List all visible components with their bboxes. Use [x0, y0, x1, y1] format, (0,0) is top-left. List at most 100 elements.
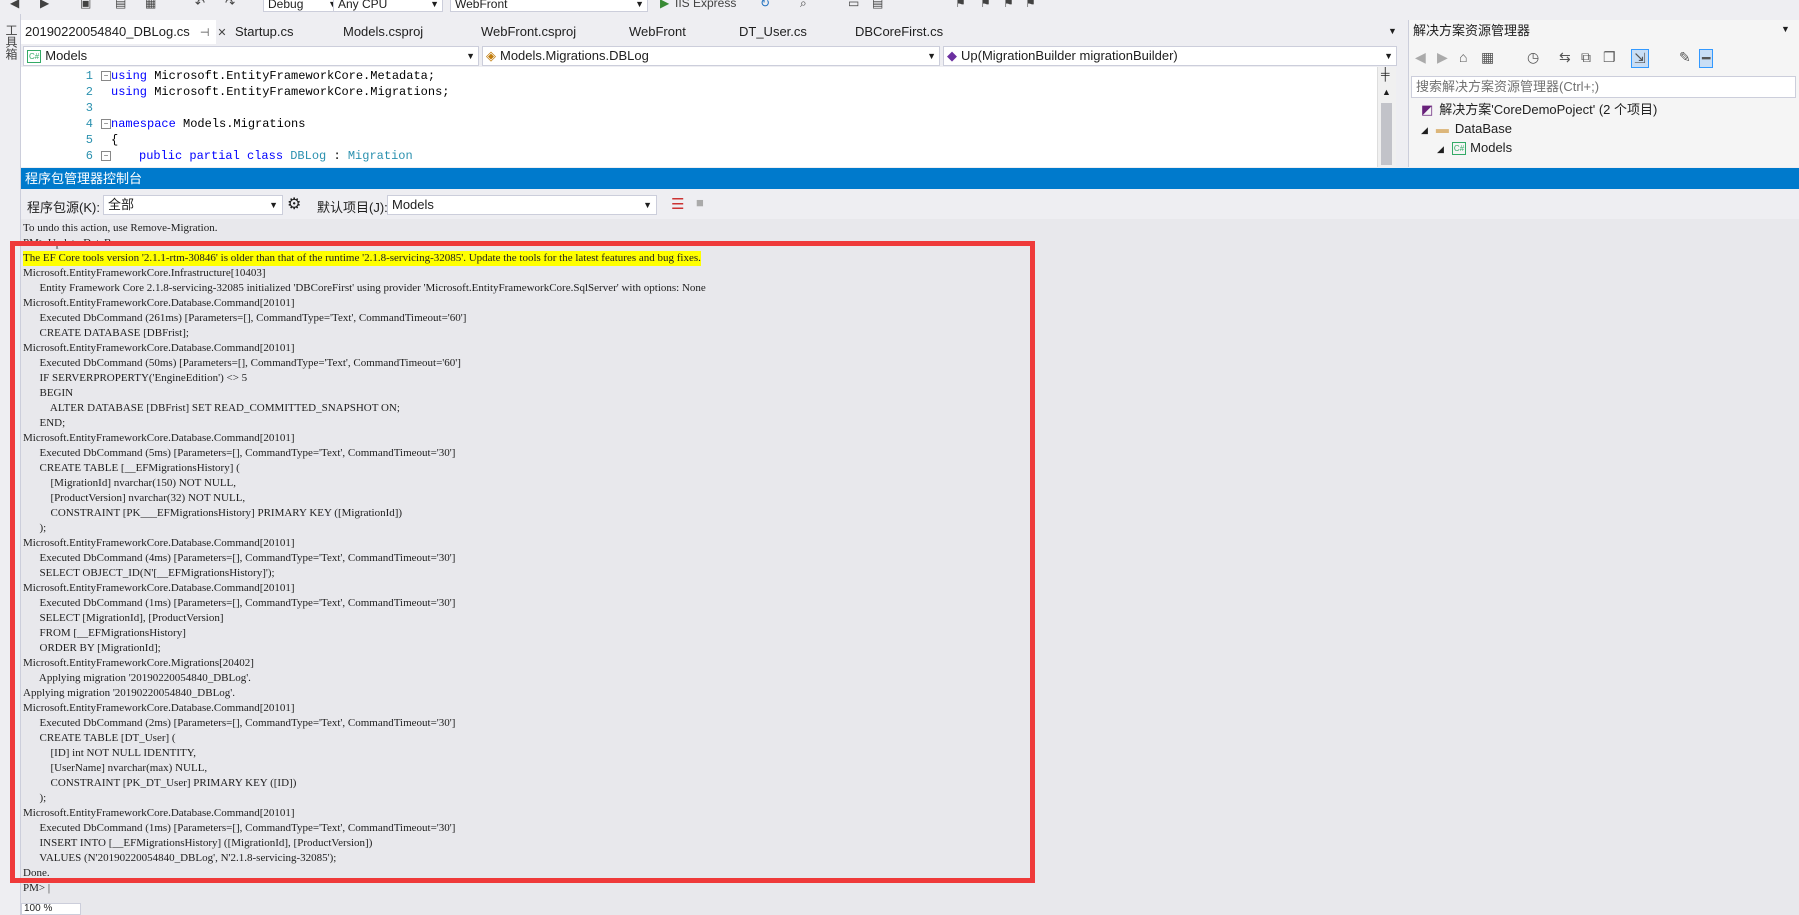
solution-explorer-title: 解决方案资源管理器 — [1413, 23, 1531, 38]
stop-icon[interactable]: ■ — [696, 195, 704, 210]
navigation-bar: C# Models ▼ ◈ Models.Migrations.DBLog ▼ ◆ Up(… — [21, 45, 1398, 67]
pin-icon[interactable]: ⊣ — [200, 27, 210, 39]
new-project-icon[interactable]: ▣ — [80, 0, 91, 10]
solution-icon: ◩ — [1421, 102, 1434, 117]
pmc-title-bar: 程序包管理器控制台 — [21, 168, 1799, 189]
tab-webfront[interactable]: WebFront — [625, 20, 690, 44]
back-icon[interactable]: ◀ — [1415, 49, 1426, 66]
chevron-down-icon: ▼ — [269, 200, 278, 210]
default-project-dropdown[interactable]: Models ▼ — [387, 195, 657, 215]
type-dropdown[interactable]: ◈ Models.Migrations.DBLog ▼ — [482, 46, 940, 66]
run-label[interactable]: IIS Express — [675, 0, 736, 10]
fold-toggle-icon[interactable]: − — [101, 71, 111, 81]
project-dropdown[interactable]: C# Models ▼ — [23, 46, 479, 66]
expand-icon[interactable]: ◢ — [1437, 144, 1444, 154]
gear-icon[interactable]: ⚙ — [287, 194, 301, 214]
console-line: PM> | — [23, 882, 51, 894]
editor-scrollbar[interactable]: ╪ ▲ — [1377, 67, 1396, 167]
collapse-all-icon[interactable]: ⧉ — [1581, 49, 1591, 66]
bookmark-next-icon[interactable]: ⚑ — [1003, 0, 1014, 10]
undo-icon[interactable]: ↶ — [195, 0, 205, 10]
refresh-icon[interactable]: ↻ — [760, 0, 770, 10]
solution-explorer: 解决方案资源管理器 ▼ ◀ ▶ ⌂ ▦ ◷ ⇆ ⧉ ❐ ⇲ ✎ ━ 搜索解决方案… — [1408, 20, 1799, 167]
scroll-up-icon[interactable]: ▲ — [1382, 87, 1391, 97]
platform-dropdown[interactable]: Any CPU ▼ — [333, 0, 443, 12]
tab-dt-user[interactable]: DT_User.cs — [735, 20, 811, 44]
solution-explorer-toolbar: ◀ ▶ ⌂ ▦ ◷ ⇆ ⧉ ❐ ⇲ ✎ ━ — [1409, 44, 1799, 72]
annotation-highlight-box — [10, 241, 1035, 883]
tree-item-models[interactable]: ◢ C# Models — [1437, 138, 1512, 159]
preview-selected-icon[interactable]: ⇲ — [1631, 49, 1649, 68]
panel-menu-icon[interactable]: ▼ — [1781, 24, 1790, 34]
tab-webfront-csproj[interactable]: WebFront.csproj — [477, 20, 580, 44]
configuration-dropdown[interactable]: Debug▼ — [263, 0, 341, 12]
zoom-level[interactable]: 100 % — [21, 903, 81, 915]
tab-overflow-icon[interactable]: ▼ — [1388, 26, 1397, 36]
code-editor[interactable]: 1 2 3 4 5 6 − − − using Microsoft.Entity… — [21, 67, 1386, 167]
line-number: 4 — [85, 117, 93, 131]
redo-icon[interactable]: ↷ — [225, 0, 235, 10]
tab-dbcorefirst[interactable]: DBCoreFirst.cs — [851, 20, 947, 44]
chevron-down-icon: ▼ — [466, 51, 475, 61]
startup-project-dropdown[interactable]: WebFront ▼ — [450, 0, 648, 12]
code-line: using Microsoft.EntityFrameworkCore.Meta… — [111, 69, 436, 83]
bookmark-icon[interactable]: ⚑ — [955, 0, 966, 10]
line-number: 2 — [85, 85, 93, 99]
tab-startup[interactable]: Startup.cs — [231, 20, 298, 44]
solution-search-input[interactable]: 搜索解决方案资源管理器(Ctrl+;) — [1411, 76, 1796, 98]
find-icon[interactable]: ⌕ — [800, 0, 807, 10]
fold-toggle-icon[interactable]: − — [101, 151, 111, 161]
fold-toggle-icon[interactable]: − — [101, 119, 111, 129]
code-line: { — [111, 133, 119, 147]
scroll-thumb[interactable] — [1381, 103, 1392, 165]
chevron-down-icon: ▼ — [430, 0, 439, 9]
folder-icon: ▬ — [1435, 121, 1449, 136]
tree-item-database[interactable]: ◢ ▬ DataBase — [1421, 119, 1512, 140]
forward-icon[interactable]: ▶ — [40, 0, 49, 10]
close-icon[interactable]: ✕ — [217, 27, 226, 39]
sync-icon[interactable]: ⇆ — [1559, 49, 1571, 66]
switch-views-icon[interactable]: ▦ — [1481, 49, 1494, 66]
toolbox-label[interactable]: 工具箱 — [3, 24, 20, 60]
tree-item-solution[interactable]: ◩ 解决方案'CoreDemoPoject' (2 个项目) — [1421, 100, 1657, 119]
run-icon[interactable]: ▶ — [660, 0, 669, 10]
save-all-icon[interactable]: ▦ — [145, 0, 156, 10]
line-number: 5 — [85, 133, 93, 147]
show-all-files-icon[interactable]: ❐ — [1603, 49, 1616, 66]
bookmark-clear-icon[interactable]: ⚑ — [1025, 0, 1036, 10]
forward-icon[interactable]: ▶ — [1437, 49, 1448, 66]
layout-icon[interactable]: ▭ — [848, 0, 859, 10]
chevron-down-icon: ▼ — [1384, 51, 1393, 61]
member-dropdown[interactable]: ◆ Up(MigrationBuilder migrationBuilder) ▼ — [943, 46, 1397, 66]
split-icon[interactable]: ╪ — [1381, 67, 1390, 81]
pin-icon[interactable]: ━ — [1699, 49, 1714, 68]
home-icon[interactable]: ⌂ — [1459, 49, 1467, 65]
tab-models-csproj[interactable]: Models.csproj — [339, 20, 427, 44]
expand-icon[interactable]: ◢ — [1421, 125, 1428, 135]
default-project-label: 默认项目(J): — [317, 200, 388, 215]
chevron-down-icon: ▼ — [643, 200, 652, 210]
open-file-icon[interactable]: ▤ — [115, 0, 126, 10]
package-source-dropdown[interactable]: 全部 ▼ — [103, 195, 283, 215]
properties-icon[interactable]: ✎ — [1679, 49, 1691, 66]
pmc-toolbar: 程序包源(K): 全部 ▼ ⚙ 默认项目(J): Models ▼ ☰ ■ — [21, 189, 1799, 219]
tab-dblog[interactable]: 20190220054840_DBLog.cs ⊣ ✕ — [21, 20, 227, 44]
code-line: using Microsoft.EntityFrameworkCore.Migr… — [111, 85, 450, 99]
package-source-label: 程序包源(K): — [27, 200, 100, 215]
line-number: 6 — [85, 149, 93, 163]
main-toolbar: ◀ ▶ ▣ ▤ ▦ ↶ ↷ Debug▼ Any CPU▼ WebFront▼ … — [0, 0, 1799, 14]
line-number: 1 — [85, 69, 93, 83]
back-icon[interactable]: ◀ — [10, 0, 19, 10]
console-line: To undo this action, use Remove-Migratio… — [23, 222, 218, 234]
method-icon: ◆ — [947, 48, 957, 63]
chevron-down-icon: ▼ — [927, 51, 936, 61]
document-tabs: 20190220054840_DBLog.cs ⊣ ✕ Startup.cs Mod… — [21, 20, 1411, 44]
bookmark-prev-icon[interactable]: ⚑ — [980, 0, 991, 10]
code-line: namespace Models.Migrations — [111, 117, 306, 131]
clear-console-icon[interactable]: ☰ — [671, 195, 684, 213]
chevron-down-icon: ▼ — [635, 0, 644, 9]
toolbar-icon[interactable]: ▤ — [872, 0, 883, 10]
history-icon[interactable]: ◷ — [1527, 49, 1539, 66]
csharp-project-icon: C# — [1451, 142, 1467, 156]
class-icon: ◈ — [486, 48, 496, 63]
